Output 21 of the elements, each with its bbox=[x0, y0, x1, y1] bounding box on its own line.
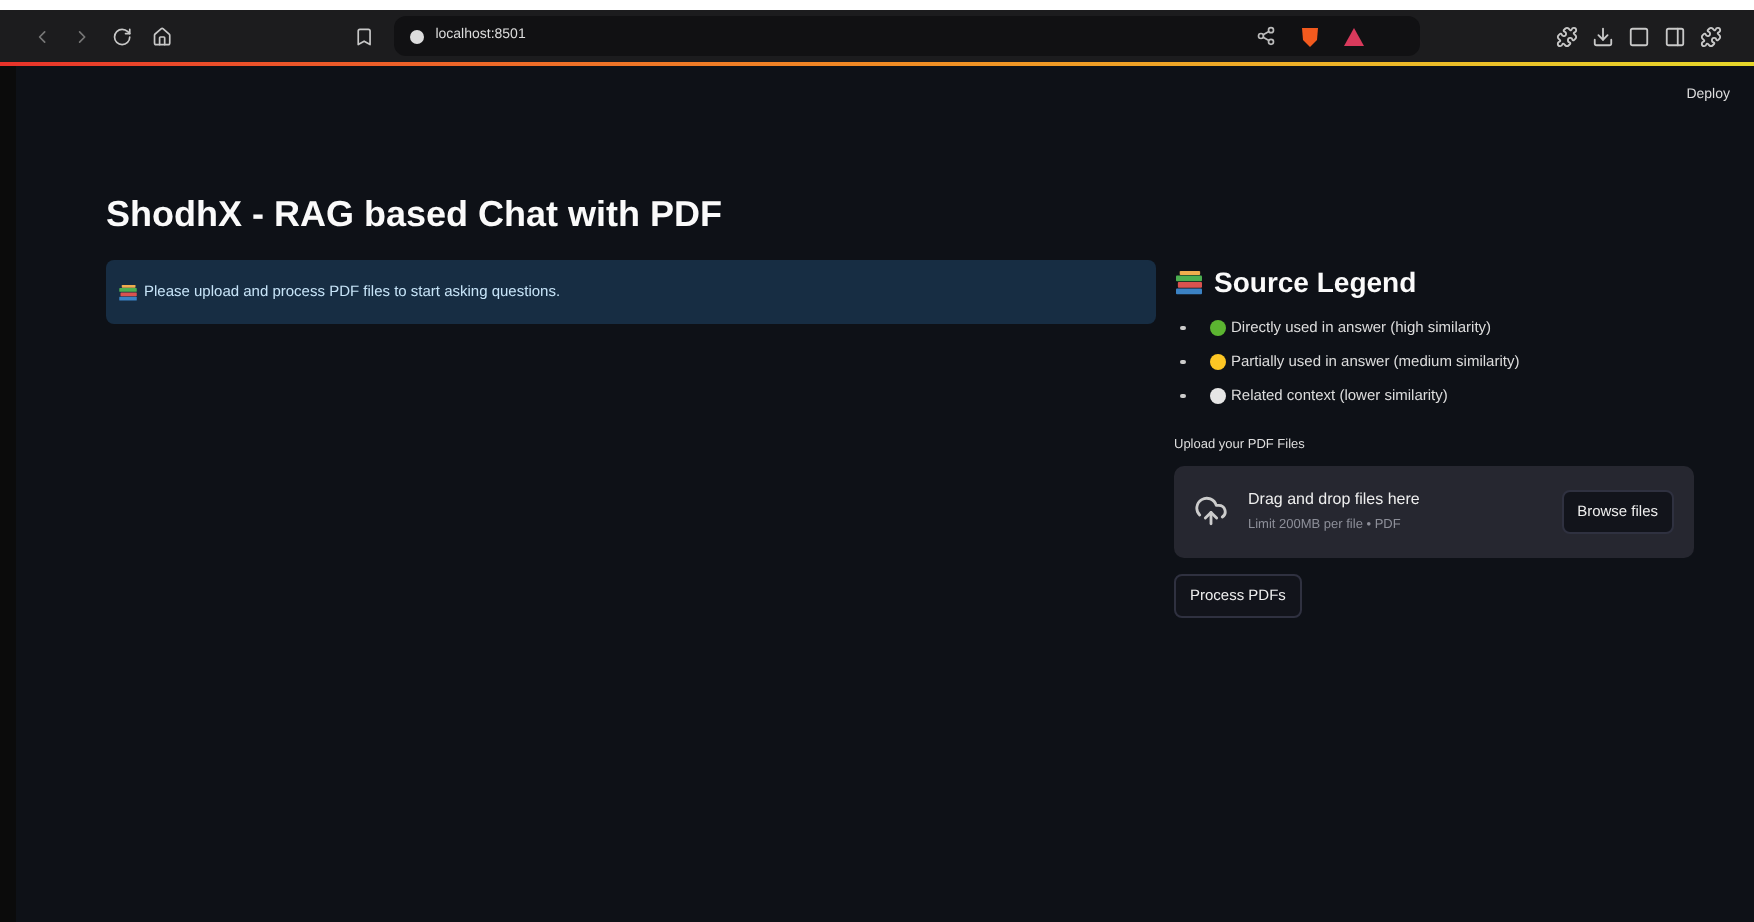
home-icon[interactable] bbox=[152, 25, 174, 47]
dropzone-text: Drag and drop files here bbox=[1248, 487, 1422, 512]
books-icon bbox=[118, 283, 138, 301]
bullet-icon bbox=[1180, 325, 1185, 331]
upload-icon bbox=[1194, 494, 1228, 529]
download-icon[interactable] bbox=[1591, 25, 1614, 47]
legend-title: Source Legend bbox=[1214, 263, 1417, 302]
bullet-icon bbox=[1180, 359, 1185, 365]
site-info-icon[interactable] bbox=[409, 29, 424, 43]
reload-icon[interactable] bbox=[112, 25, 133, 47]
triangle-icon[interactable] bbox=[1343, 27, 1364, 45]
share-icon[interactable] bbox=[1255, 26, 1276, 46]
books-icon bbox=[1174, 269, 1204, 295]
bullet-icon bbox=[1180, 393, 1185, 399]
extensions-icon[interactable] bbox=[1555, 25, 1578, 47]
square-icon[interactable] bbox=[1627, 25, 1650, 47]
shield-icon[interactable] bbox=[1299, 25, 1320, 47]
page-title: ShodhX - RAG based Chat with PDF bbox=[106, 192, 725, 238]
sidebar-icon[interactable] bbox=[1663, 25, 1686, 47]
puzzle-icon[interactable] bbox=[1699, 25, 1722, 47]
bookmark-icon[interactable] bbox=[353, 25, 374, 47]
